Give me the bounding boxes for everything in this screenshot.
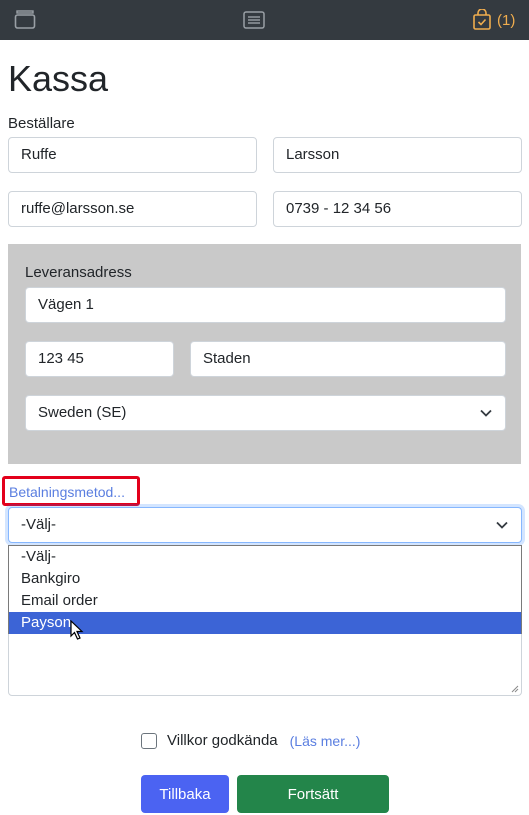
continue-button[interactable]: Fortsätt (237, 775, 389, 813)
street-field[interactable]: Vägen 1 (25, 287, 506, 323)
country-select[interactable]: Sweden (SE) (25, 395, 506, 431)
cart-count: (1) (497, 11, 516, 29)
back-button[interactable]: Tillbaka (141, 775, 229, 813)
zip-field[interactable]: 123 45 (25, 341, 174, 377)
mouse-cursor-icon (70, 620, 84, 640)
option-payson[interactable]: Payson (9, 612, 521, 634)
first-name-field[interactable]: Ruffe (8, 137, 257, 173)
cart-button[interactable]: (1) (472, 0, 515, 40)
payment-select-value: -Välj- (21, 516, 57, 533)
email-field[interactable]: ruffe@larsson.se (8, 191, 257, 227)
resize-handle-icon (511, 685, 519, 693)
phone-field[interactable]: 0739 - 12 34 56 (273, 191, 522, 227)
option-bankgiro[interactable]: Bankgiro (9, 568, 521, 590)
terms-checkbox[interactable] (141, 732, 157, 749)
buyer-label: Beställare (8, 115, 75, 132)
top-navbar: (1) (0, 0, 529, 40)
chevron-down-icon (496, 521, 508, 529)
archive-icon[interactable] (14, 0, 36, 40)
payment-method-select[interactable]: -Välj- (8, 507, 522, 543)
country-select-value: Sweden (SE) (38, 404, 127, 421)
terms-label: Villkor godkända (167, 732, 278, 749)
delivery-label: Leveransadress (25, 264, 132, 281)
city-field[interactable]: Staden (190, 341, 506, 377)
terms-row: Villkor godkända (Läs mer...) (141, 732, 360, 749)
page-title: Kassa (8, 58, 109, 99)
option-valj[interactable]: -Välj- (9, 546, 521, 568)
list-icon[interactable] (243, 0, 265, 40)
highlight-frame (2, 476, 140, 506)
read-more-link[interactable]: (Läs mer...) (290, 733, 361, 749)
chevron-down-icon (480, 409, 492, 417)
payment-dropdown-list: -Välj- Bankgiro Email order Payson (8, 545, 522, 634)
last-name-field[interactable]: Larsson (273, 137, 522, 173)
option-email-order[interactable]: Email order (9, 590, 521, 612)
shopping-bag-check-icon (473, 9, 491, 30)
